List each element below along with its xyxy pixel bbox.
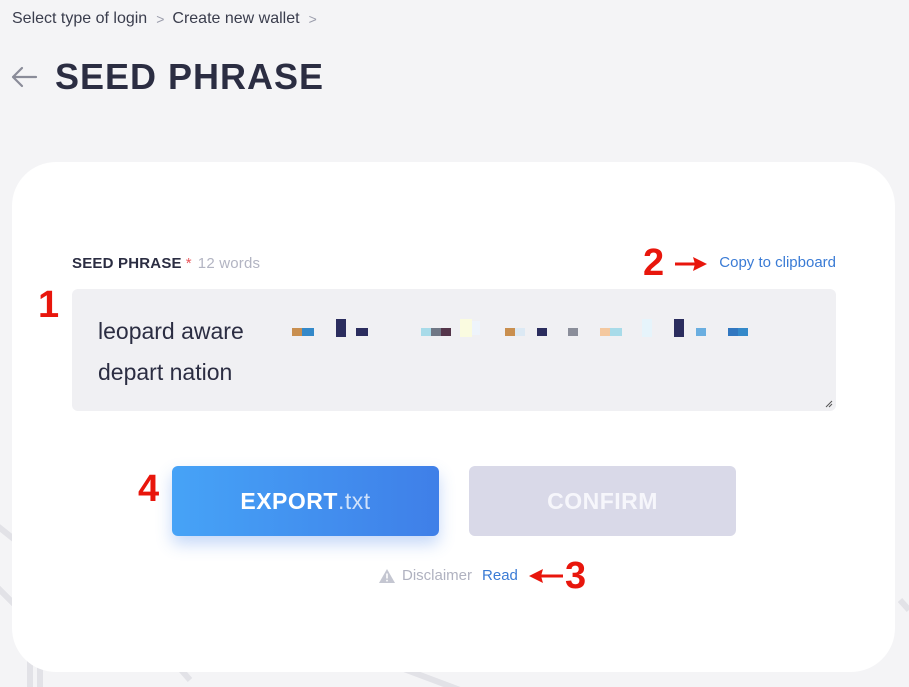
confirm-button[interactable]: CONFIRM: [469, 466, 736, 536]
annotation-4: 4: [138, 468, 160, 510]
disclaimer-label: Disclaimer: [402, 567, 473, 584]
breadcrumb-separator: >: [308, 11, 317, 27]
breadcrumb-item-create-wallet[interactable]: Create new wallet: [172, 10, 299, 28]
seed-phrase-card: SEED PHRASE * 12 words Copy to clipboard l…: [12, 162, 895, 672]
seed-phrase-label-text: SEED PHRASE: [72, 255, 182, 272]
annotation-arrow-3: [529, 569, 563, 583]
page-title: SEED PHRASE: [55, 56, 325, 97]
export-label: EXPORT: [240, 487, 338, 514]
resize-handle-icon[interactable]: [825, 400, 833, 408]
seed-phrase-line-2: depart nation: [98, 359, 233, 385]
required-mark: *: [185, 255, 192, 272]
word-count: 12 words: [197, 255, 261, 272]
disclaimer-read-link[interactable]: Read: [482, 567, 518, 584]
disclaimer: Disclaimer Read: [378, 567, 518, 584]
breadcrumb: Select type of login > Create new wallet…: [12, 10, 325, 28]
warning-icon: [379, 568, 395, 583]
copy-to-clipboard-link[interactable]: Copy to clipboard: [719, 254, 836, 271]
annotation-arrow-2: [675, 257, 707, 271]
confirm-label: CONFIRM: [547, 487, 658, 514]
arrow-left-icon[interactable]: [10, 64, 38, 90]
seed-phrase-line-1: leopard aware: [98, 318, 244, 344]
export-txt-button[interactable]: EXPORT .txt: [172, 466, 439, 536]
annotation-1: 1: [38, 284, 60, 326]
seed-phrase-textarea[interactable]: leopard aware depart nation: [72, 289, 836, 411]
redacted-words: [292, 319, 772, 339]
breadcrumb-item-login-type[interactable]: Select type of login: [12, 10, 147, 28]
annotation-2: 2: [643, 242, 665, 284]
seed-phrase-label: SEED PHRASE * 12 words: [72, 255, 260, 272]
annotation-3: 3: [565, 555, 587, 597]
breadcrumb-separator: >: [156, 11, 165, 27]
export-extension: .txt: [337, 487, 371, 514]
